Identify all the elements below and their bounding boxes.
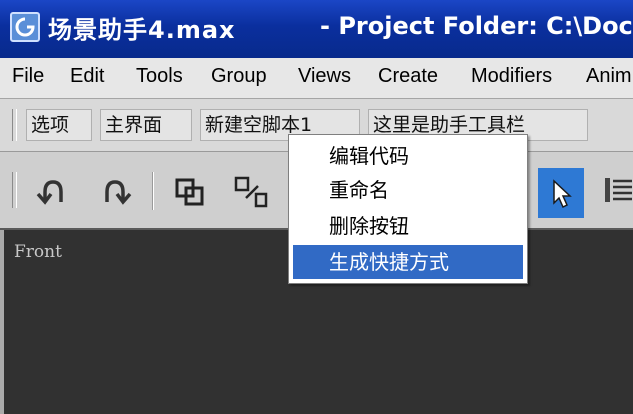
link-icon[interactable] — [232, 174, 268, 210]
menu-create[interactable]: Create — [378, 65, 438, 88]
select-object-button[interactable] — [538, 168, 584, 218]
menu-bar: File Edit Tools Group Views Create Modif… — [0, 58, 633, 99]
undo-icon[interactable] — [34, 174, 70, 210]
toolbar-grip[interactable] — [12, 109, 17, 141]
window-title: 场景助手4.max — [48, 16, 236, 44]
viewport-label[interactable]: Front — [14, 242, 62, 262]
context-menu: 编辑代码 重命名 删除按钮 生成快捷方式 — [288, 134, 528, 284]
menu-file[interactable]: File — [12, 65, 44, 88]
redo-icon[interactable] — [98, 174, 134, 210]
toolbar-separator — [152, 172, 153, 210]
group-icon[interactable] — [172, 174, 208, 210]
menu-edit[interactable]: Edit — [70, 65, 104, 88]
menu-modifiers[interactable]: Modifiers — [471, 65, 552, 88]
ctx-rename[interactable]: 重命名 — [293, 173, 523, 207]
window-subtitle: - Project Folder: C:\Docu — [320, 12, 633, 40]
ctx-delete-button[interactable]: 删除按钮 — [293, 209, 523, 243]
select-arrow-icon — [553, 179, 572, 209]
app-icon[interactable] — [10, 12, 40, 42]
title-bar: 场景助手4.max - Project Folder: C:\Docu — [0, 0, 633, 58]
options-button[interactable]: 选项 — [26, 109, 92, 141]
menu-animation[interactable]: Anim — [586, 65, 632, 88]
main-toolbar-grip[interactable] — [12, 172, 17, 208]
menu-group[interactable]: Group — [211, 65, 267, 88]
ctx-create-shortcut[interactable]: 生成快捷方式 — [293, 245, 523, 279]
ctx-edit-code[interactable]: 编辑代码 — [293, 139, 523, 173]
main-ui-button[interactable]: 主界面 — [100, 109, 192, 141]
menu-tools[interactable]: Tools — [136, 65, 183, 88]
menu-views[interactable]: Views — [298, 65, 351, 88]
list-icon[interactable] — [602, 172, 632, 208]
